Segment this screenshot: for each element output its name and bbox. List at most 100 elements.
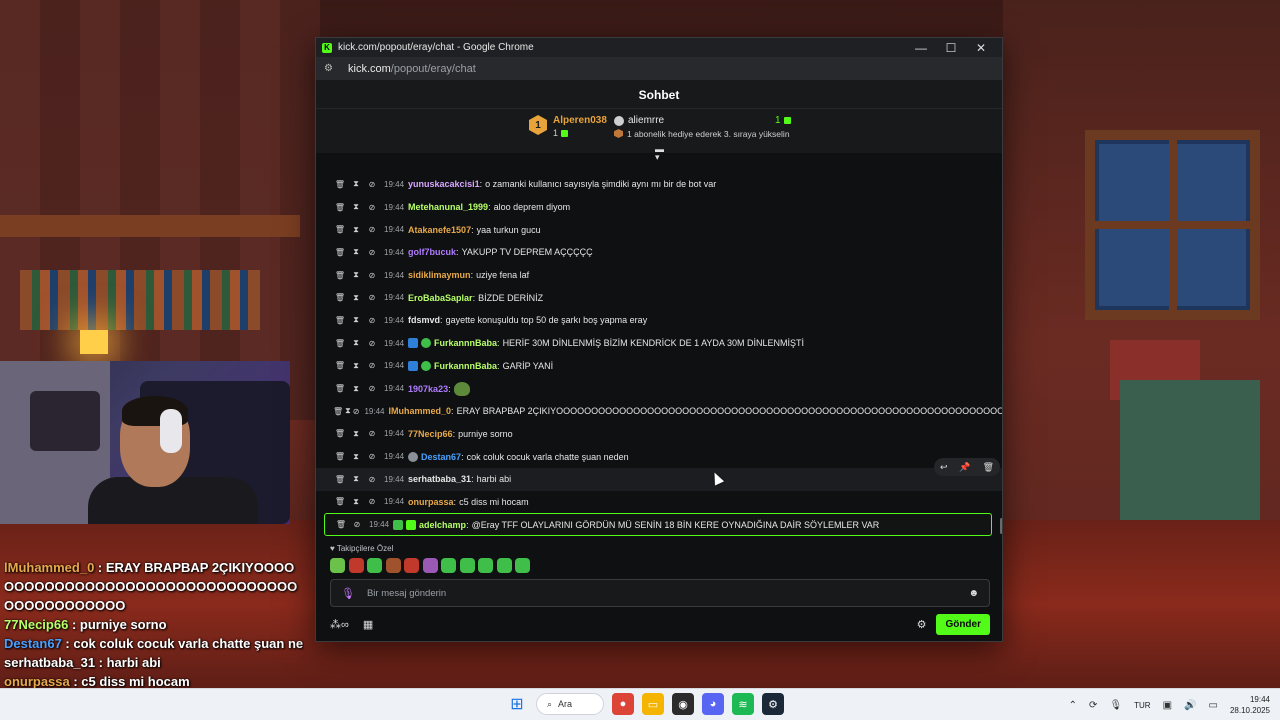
system-clock[interactable]: 19:44 28.10.2025	[1230, 694, 1270, 716]
delete-icon[interactable]: 🗑	[333, 452, 347, 461]
tray-chevron-up-icon[interactable]: ⌃	[1069, 700, 1077, 711]
battery-icon[interactable]: ▭	[1209, 700, 1218, 711]
chat-message-list[interactable]: 🗑 ⧗ ⊘ 19:44 yunuskacakcisi1: o zamanki kul…	[316, 173, 1002, 536]
chat-message[interactable]: 🗑 ⧗ ⊘ 19:44 lMuhammed_0: ERAY BRAPBAP 2ÇIK…	[316, 400, 1002, 423]
ban-icon[interactable]: ⊘	[365, 339, 379, 348]
reply-icon[interactable]: ↩	[940, 462, 948, 473]
timeout-icon[interactable]: ⧗	[349, 452, 363, 462]
top-gifter-name[interactable]: Alperen038	[553, 115, 607, 126]
message-username[interactable]: yunuskacakcisi1	[408, 179, 480, 189]
delete-icon[interactable]: 🗑	[333, 225, 347, 234]
delete-icon[interactable]: 🗑	[333, 339, 347, 348]
ban-icon[interactable]: ⊘	[365, 180, 379, 189]
ban-icon[interactable]: ⊘	[365, 452, 379, 461]
chat-message[interactable]: 🗑 ⧗ ⊘ 19:44 yunuskacakcisi1: o zamanki kul…	[316, 173, 1002, 196]
chat-message[interactable]: 🗑 ⧗ ⊘ 19:44 golf7bucuk: YAKUPP TV DEPREM A…	[316, 241, 1002, 264]
chat-message[interactable]: 🗑 ⧗ ⊘ 19:44 FurkannnBaba: GARİP YANİ	[316, 355, 1002, 378]
delete-icon[interactable]: 🗑	[333, 361, 347, 370]
ban-icon[interactable]: ⊘	[365, 203, 379, 212]
message-username[interactable]: adelchamp	[419, 520, 466, 530]
pin-icon[interactable]: 📌	[959, 462, 970, 473]
windows-start-icon[interactable]: ⊞	[506, 693, 528, 715]
chat-message[interactable]: 🗑 ⧗ ⊘ 19:44 Destan67: cok coluk cocuk varl…	[316, 445, 1002, 468]
message-username[interactable]: Atakanefe1507	[408, 225, 471, 235]
chrome-icon[interactable]: ●	[612, 693, 634, 715]
chat-message[interactable]: 🗑 ⧗ ⊘ 19:44 Atakanefe1507: yaa turkun gucu	[316, 218, 1002, 241]
delete-icon[interactable]: 🗑	[983, 462, 994, 473]
volume-icon[interactable]: 🔊	[1184, 700, 1196, 711]
message-username[interactable]: onurpassa	[408, 497, 454, 507]
emote-icon[interactable]	[385, 558, 401, 573]
ban-icon[interactable]: ⊘	[365, 361, 379, 370]
mic-tray-icon[interactable]: 🎙	[1109, 700, 1122, 711]
timeout-icon[interactable]: ⧗	[349, 474, 363, 484]
emote-icon[interactable]	[478, 558, 493, 573]
file-explorer-icon[interactable]: ▭	[642, 693, 664, 715]
message-username[interactable]: Destan67	[421, 452, 461, 462]
emote-icon[interactable]	[515, 558, 530, 573]
timeout-icon[interactable]: ⧗	[349, 497, 363, 507]
delete-icon[interactable]: 🗑	[333, 203, 347, 212]
maximize-button[interactable]: ☐	[936, 41, 966, 55]
chat-message[interactable]: 🗑 ⧗ ⊘ 19:44 serhatbaba_31: harbi abi	[316, 467, 1002, 491]
timeout-icon[interactable]: ⧗	[349, 384, 363, 394]
timeout-icon[interactable]: ⧗	[349, 361, 363, 371]
timeout-icon[interactable]: ⧗	[349, 270, 363, 280]
minimize-button[interactable]: —	[906, 41, 936, 55]
chat-message[interactable]: 🗑 ⧗ ⊘ 19:44 1907ka23:	[316, 377, 1002, 400]
delete-icon[interactable]: 🗑	[333, 316, 347, 325]
site-settings-icon[interactable]: ⚙	[324, 63, 338, 74]
spotify-icon[interactable]: ≋	[732, 693, 754, 715]
chat-message[interactable]: 🗑 ⧗ ⊘ 19:44 fdsmvd: gayette konuşuldu top …	[316, 309, 1002, 332]
timeout-icon[interactable]: ⧗	[349, 429, 363, 439]
message-username[interactable]: Metehanunal_1999	[408, 202, 488, 212]
emote-icon[interactable]	[404, 558, 419, 573]
network-icon[interactable]: ▣	[1163, 700, 1172, 711]
message-username[interactable]: sidiklimaymun	[408, 270, 471, 280]
discord-icon[interactable]: ◕	[702, 693, 724, 715]
message-username[interactable]: 1907ka23	[408, 384, 448, 394]
timeout-icon[interactable]: ⧗	[349, 247, 363, 257]
message-username[interactable]: serhatbaba_31	[408, 474, 471, 484]
delete-icon[interactable]: 🗑	[333, 497, 347, 506]
delete-icon[interactable]: 🗑	[333, 407, 343, 416]
steam-icon[interactable]: ⚙	[762, 693, 784, 715]
sync-icon[interactable]: ⟳	[1089, 700, 1097, 711]
message-username[interactable]: FurkannnBaba	[434, 338, 497, 348]
timeout-icon[interactable]: ⧗	[349, 338, 363, 348]
points-infinity-icon[interactable]: ⁂∞	[330, 618, 349, 631]
emote-icon[interactable]	[330, 558, 345, 573]
delete-icon[interactable]: 🗑	[333, 271, 347, 280]
delete-icon[interactable]: 🗑	[333, 429, 347, 438]
message-username[interactable]: lMuhammed_0	[389, 406, 452, 416]
close-button[interactable]: ✕	[966, 41, 996, 55]
ban-icon[interactable]: ⊘	[365, 497, 379, 506]
ban-icon[interactable]: ⊘	[365, 475, 379, 484]
window-titlebar[interactable]: K kick.com/popout/eray/chat - Google Chr…	[316, 38, 1002, 57]
timeout-icon[interactable]: ⧗	[349, 202, 363, 212]
timeout-icon[interactable]: ⧗	[349, 179, 363, 189]
delete-icon[interactable]: 🗑	[333, 475, 347, 484]
ban-icon[interactable]: ⊘	[365, 384, 379, 393]
message-input-box[interactable]: 🎙 ☻	[330, 579, 990, 607]
message-username[interactable]: 77Necip66	[408, 429, 453, 439]
message-username[interactable]: EroBabaSaplar	[408, 293, 473, 303]
scrollbar[interactable]	[1000, 518, 1002, 534]
emote-icon[interactable]	[459, 558, 475, 573]
address-bar[interactable]: ⚙ kick.com/popout/eray/chat	[316, 57, 1002, 81]
delete-icon[interactable]: 🗑	[333, 248, 347, 257]
second-gifter-name[interactable]: aliemrre	[628, 115, 664, 126]
delete-icon[interactable]: 🗑	[333, 293, 347, 302]
delete-icon[interactable]: 🗑	[333, 180, 347, 189]
ban-icon[interactable]: ⊘	[365, 271, 379, 280]
taskbar-search[interactable]: ⌕ Ara	[536, 693, 604, 715]
delete-icon[interactable]: 🗑	[333, 384, 347, 393]
chat-message-mention[interactable]: 🗑 ⊘ 19:44 adelchamp: @Eray TFF OLAYLARINI…	[324, 513, 992, 536]
ban-icon[interactable]: ⊘	[365, 429, 379, 438]
emote-icon[interactable]	[422, 558, 438, 573]
message-username[interactable]: FurkannnBaba	[434, 361, 497, 371]
language-indicator[interactable]: TUR	[1134, 701, 1150, 710]
microphone-icon[interactable]: 🎙	[341, 587, 355, 600]
app-icon[interactable]: ◉	[672, 693, 694, 715]
timeout-icon[interactable]: ⧗	[349, 315, 363, 325]
